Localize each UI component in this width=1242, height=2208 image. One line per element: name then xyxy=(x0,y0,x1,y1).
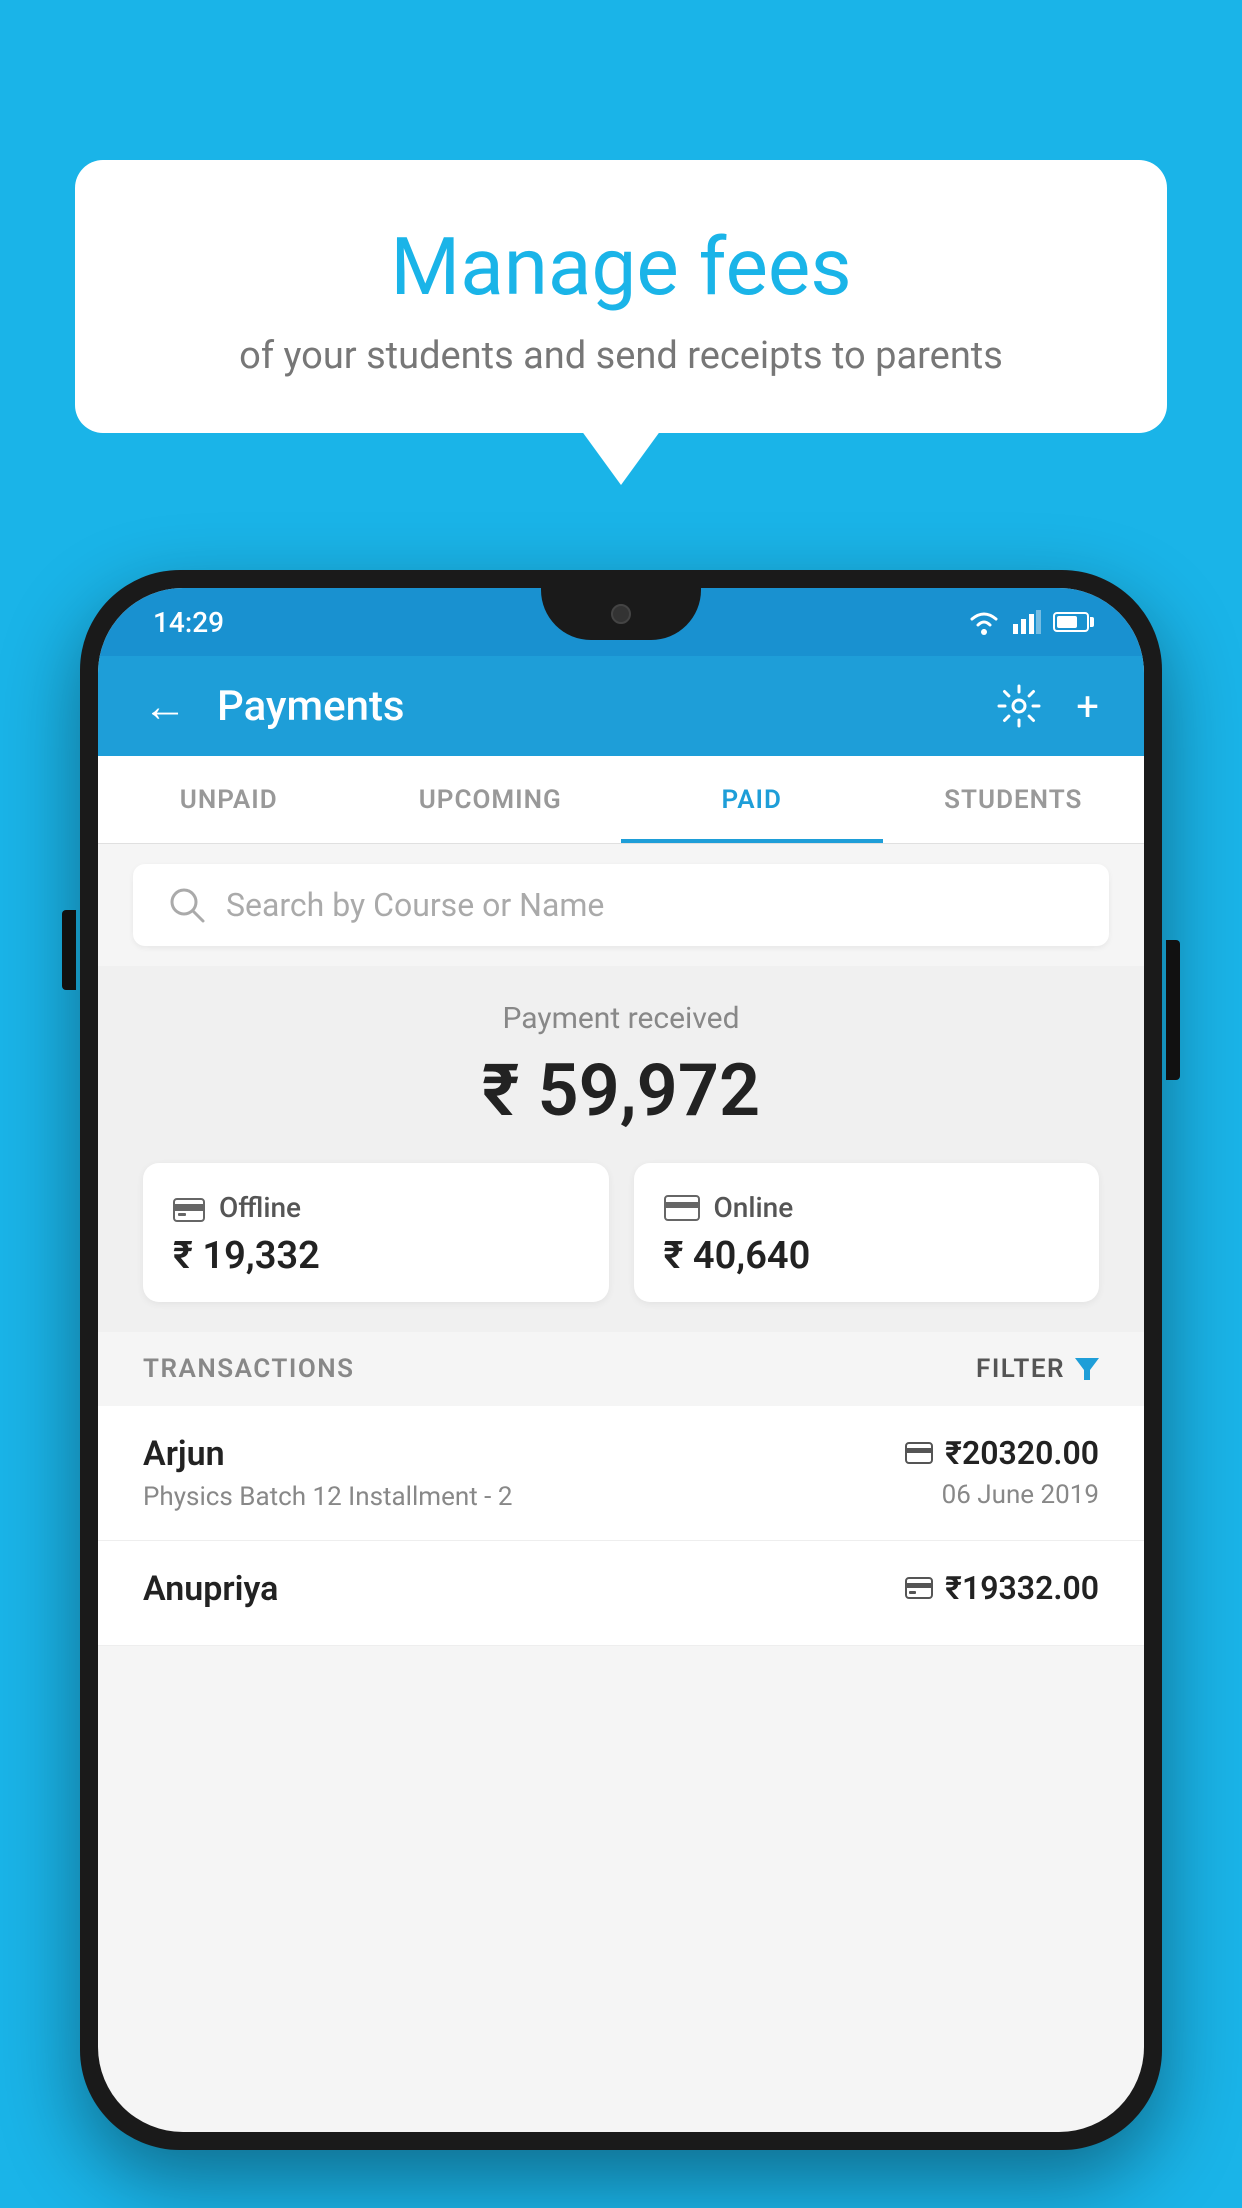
transaction-left: Arjun Physics Batch 12 Installment - 2 xyxy=(143,1434,905,1512)
filter-label: FILTER xyxy=(976,1354,1065,1384)
online-card: Online ₹ 40,640 xyxy=(634,1163,1100,1302)
table-row[interactable]: Arjun Physics Batch 12 Installment - 2 ₹… xyxy=(98,1406,1144,1541)
battery-fill xyxy=(1057,616,1077,628)
camera xyxy=(611,604,631,624)
speech-bubble: Manage fees of your students and send re… xyxy=(75,160,1167,433)
transaction-name: Arjun xyxy=(143,1434,905,1474)
speech-bubble-subtitle: of your students and send receipts to pa… xyxy=(125,334,1117,378)
online-label: Online xyxy=(714,1191,794,1224)
offline-card: Offline ₹ 19,332 xyxy=(143,1163,609,1302)
offline-label: Offline xyxy=(219,1191,301,1224)
offline-amount: ₹ 19,332 xyxy=(173,1234,579,1278)
back-button[interactable]: ← xyxy=(143,680,187,732)
search-container: Search by Course or Name xyxy=(98,844,1144,966)
payment-total-amount: ₹ 59,972 xyxy=(143,1048,1099,1133)
offline-payment-icon xyxy=(905,1577,933,1599)
phone-wrapper: 14:29 xyxy=(80,570,1162,2208)
battery-icon xyxy=(1053,612,1089,632)
header-icons: + xyxy=(997,683,1099,730)
transactions-header: TRANSACTIONS FILTER xyxy=(98,1332,1144,1406)
card-icon xyxy=(905,1442,933,1464)
tab-paid[interactable]: PAID xyxy=(621,756,883,843)
transaction-right: ₹19332.00 xyxy=(905,1569,1099,1615)
transaction-date: 06 June 2019 xyxy=(905,1480,1099,1510)
transaction-list: Arjun Physics Batch 12 Installment - 2 ₹… xyxy=(98,1406,1144,1646)
settings-icon[interactable] xyxy=(997,684,1041,728)
transaction-amount: ₹19332.00 xyxy=(945,1569,1099,1607)
app-header: ← Payments + xyxy=(98,656,1144,756)
offline-icon xyxy=(173,1194,205,1222)
notch xyxy=(541,588,701,640)
header-title: Payments xyxy=(217,682,997,731)
amount-row: ₹19332.00 xyxy=(905,1569,1099,1607)
tab-students[interactable]: STUDENTS xyxy=(883,756,1145,843)
tab-unpaid[interactable]: UNPAID xyxy=(98,756,360,843)
online-icon xyxy=(664,1195,700,1221)
status-bar: 14:29 xyxy=(98,588,1144,656)
filter-button[interactable]: FILTER xyxy=(976,1354,1099,1384)
wifi-icon xyxy=(967,609,1001,635)
filter-icon xyxy=(1075,1358,1099,1380)
online-card-header: Online xyxy=(664,1191,1070,1224)
search-bar[interactable]: Search by Course or Name xyxy=(133,864,1109,946)
transaction-amount: ₹20320.00 xyxy=(945,1434,1099,1472)
phone-outer: 14:29 xyxy=(80,570,1162,2150)
signal-icon xyxy=(1013,610,1041,634)
tabs-bar: UNPAID UPCOMING PAID STUDENTS xyxy=(98,756,1144,844)
add-button[interactable]: + xyxy=(1076,683,1099,730)
status-icons xyxy=(967,609,1089,635)
payment-cards: Offline ₹ 19,332 Online ₹ xyxy=(143,1163,1099,1302)
transaction-left: Anupriya xyxy=(143,1569,905,1617)
payment-summary: Payment received ₹ 59,972 Offline xyxy=(98,966,1144,1332)
offline-card-header: Offline xyxy=(173,1191,579,1224)
transactions-label: TRANSACTIONS xyxy=(143,1354,355,1384)
transaction-name: Anupriya xyxy=(143,1569,905,1609)
payment-received-label: Payment received xyxy=(143,1001,1099,1036)
search-icon xyxy=(168,886,206,924)
transaction-details: Physics Batch 12 Installment - 2 xyxy=(143,1482,905,1512)
search-placeholder: Search by Course or Name xyxy=(226,886,604,924)
online-amount: ₹ 40,640 xyxy=(664,1234,1070,1278)
amount-row: ₹20320.00 xyxy=(905,1434,1099,1472)
status-time: 14:29 xyxy=(153,606,224,639)
tab-upcoming[interactable]: UPCOMING xyxy=(360,756,622,843)
phone-inner: 14:29 xyxy=(98,588,1144,2132)
transaction-right: ₹20320.00 06 June 2019 xyxy=(905,1434,1099,1510)
table-row[interactable]: Anupriya ₹19332.00 xyxy=(98,1541,1144,1646)
speech-bubble-title: Manage fees xyxy=(125,220,1117,314)
